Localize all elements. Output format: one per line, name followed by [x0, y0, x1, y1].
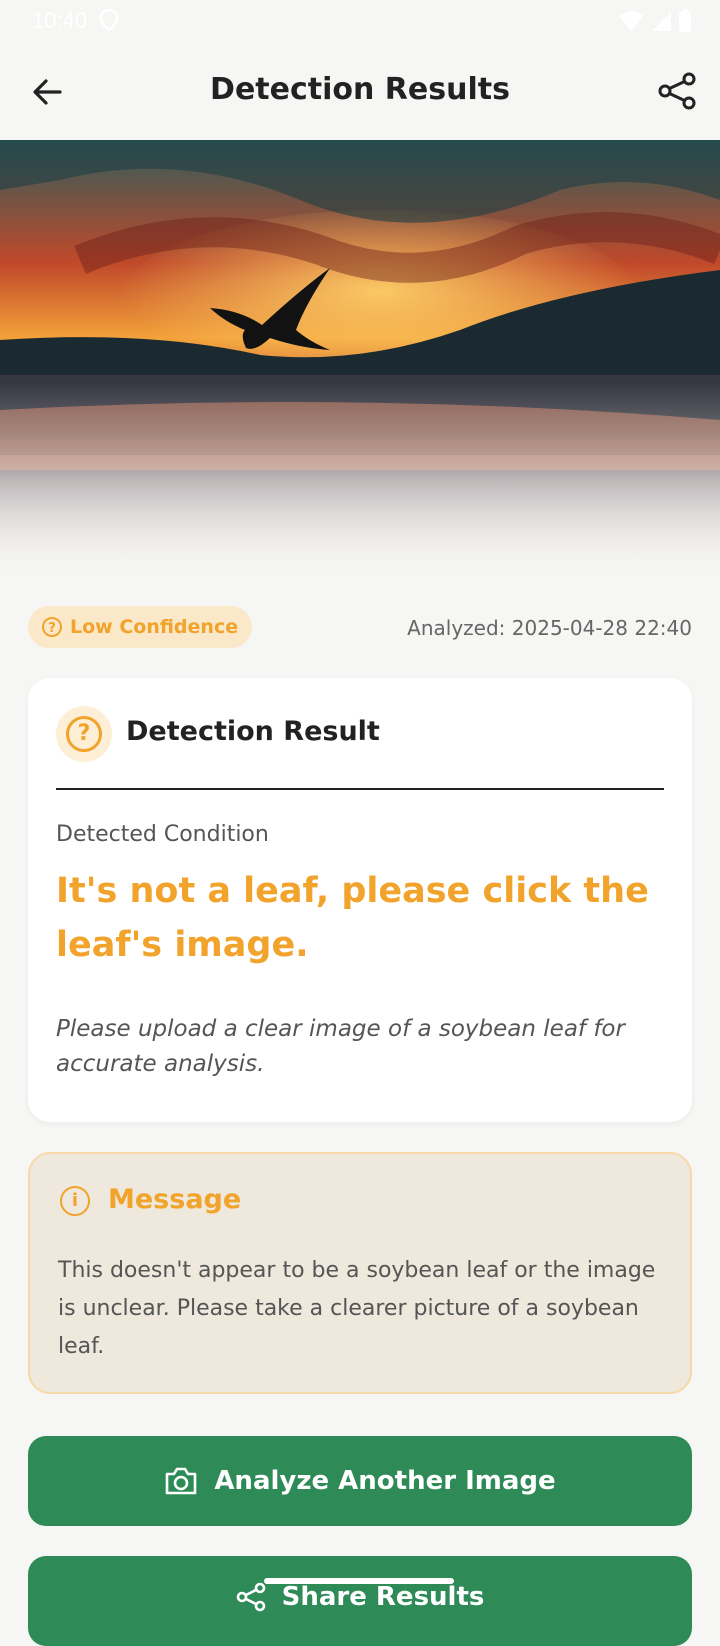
analyze-another-button[interactable]: Analyze Another Image — [28, 1436, 692, 1526]
message-title: Message — [108, 1184, 242, 1215]
condition-label: Detected Condition — [56, 822, 269, 847]
location-icon — [98, 8, 120, 38]
share-results-label: Share Results — [281, 1582, 485, 1612]
status-time: 10:40 — [32, 8, 88, 33]
share-icon — [658, 72, 696, 110]
confidence-badge: ? Low Confidence — [28, 606, 253, 648]
home-indicator[interactable] — [264, 1578, 454, 1584]
condition-value: It's not a leaf, please click the leaf's… — [56, 871, 649, 965]
wifi-icon — [619, 11, 643, 31]
result-meta-row: ? Low Confidence Analyzed: 2025-04-28 22… — [28, 606, 692, 648]
question-icon: ? — [42, 617, 62, 637]
analyzed-image — [0, 140, 720, 580]
system-icons — [618, 9, 692, 33]
detection-result-card: ? Detection Result Detected Condition It… — [28, 678, 692, 1122]
signal-icon — [652, 12, 671, 31]
result-status-icon-bg: ? — [56, 706, 112, 762]
upload-hint: Please upload a clear image of a soybean… — [56, 1016, 625, 1077]
page-title: Detection Results — [210, 72, 510, 107]
camera-icon — [166, 1467, 197, 1495]
message-body: This doesn't appear to be a soybean leaf… — [58, 1258, 656, 1359]
analyze-another-label: Analyze Another Image — [214, 1466, 556, 1496]
confidence-label: Low Confidence — [70, 616, 239, 638]
card-title: Detection Result — [126, 716, 380, 747]
divider — [56, 788, 664, 790]
share-button[interactable] — [656, 70, 698, 112]
app-bar: Detection Results — [0, 44, 720, 140]
share-icon — [236, 1582, 265, 1612]
analyzed-timestamp: Analyzed: 2025-04-28 22:40 — [407, 616, 692, 640]
info-icon: i — [60, 1186, 90, 1216]
share-results-button[interactable]: Share Results — [28, 1556, 692, 1646]
question-icon: ? — [66, 716, 102, 752]
battery-icon — [679, 9, 691, 32]
status-bar: 10:40 — [0, 0, 720, 44]
message-card: i Message This doesn't appear to be a so… — [28, 1152, 692, 1394]
